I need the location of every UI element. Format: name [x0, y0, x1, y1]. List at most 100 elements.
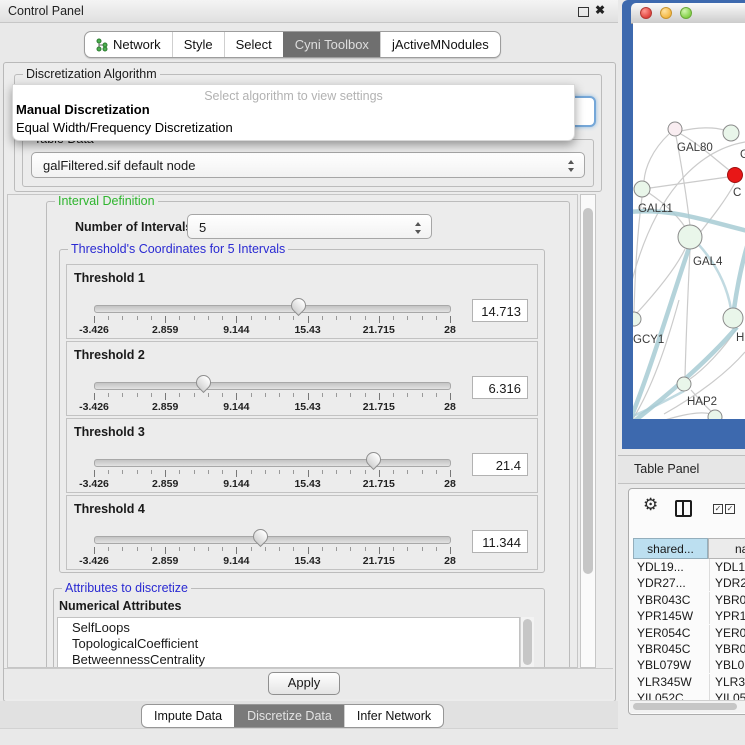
- node-label-c: C: [733, 187, 741, 199]
- attribute-item-topologicalcoefficient[interactable]: TopologicalCoefficient: [58, 636, 519, 652]
- network-node-green[interactable]: [677, 377, 691, 391]
- cell-name: YBL079W: [709, 657, 745, 673]
- float-window-icon[interactable]: [578, 7, 589, 17]
- mac-zoom-icon[interactable]: [680, 7, 692, 19]
- column-header-name[interactable]: name: [708, 538, 745, 559]
- cell-name: YDR27...: [709, 575, 745, 591]
- table-row[interactable]: YPR145WYPR145W: [633, 608, 745, 624]
- tab-cyni-toolbox[interactable]: Cyni Toolbox: [283, 32, 380, 57]
- node-label-gcy1: GCY1: [633, 334, 664, 346]
- close-icon[interactable]: ✖: [595, 3, 605, 17]
- cell-shared-name: YBR043C: [633, 592, 708, 608]
- network-node-green[interactable]: [633, 312, 641, 326]
- threshold-value-field[interactable]: 6.316: [472, 376, 528, 399]
- network-node-green[interactable]: [723, 308, 743, 328]
- number-of-intervals-combobox[interactable]: 5: [187, 214, 432, 239]
- tick-label: -3.426: [79, 401, 109, 413]
- attributes-group: Attributes to discretize Numerical Attri…: [53, 588, 545, 668]
- numerical-attributes-list[interactable]: SelfLoopsTopologicalCoefficientBetweenne…: [57, 617, 520, 668]
- tab-select[interactable]: Select: [224, 32, 283, 57]
- cell-name: YLR345W: [709, 674, 745, 690]
- table-row[interactable]: YDR27...YDR27...: [633, 575, 745, 591]
- threshold-slider-track[interactable]: [94, 305, 451, 313]
- tab-impute-data[interactable]: Impute Data: [142, 705, 234, 727]
- tab-label: Discretize Data: [247, 709, 332, 723]
- column-layout-icon[interactable]: [675, 500, 692, 517]
- mac-close-icon[interactable]: [640, 7, 652, 19]
- network-edge: [681, 128, 724, 131]
- control-panel-titlebar: Control Panel ✖: [0, 0, 618, 23]
- table-row[interactable]: YDL19...YDL19...: [633, 559, 745, 575]
- tab-jactivemnodules[interactable]: jActiveMNodules: [380, 32, 500, 57]
- tick-label: 2.859: [152, 555, 178, 567]
- popup-hint: Select algorithm to view settings: [13, 89, 574, 103]
- threshold-label: Threshold 4: [74, 502, 145, 516]
- slider-tick-labels: -3.4262.8599.14415.4321.71528: [94, 324, 450, 335]
- slider-ticks: [94, 470, 450, 478]
- tab-network[interactable]: Network: [85, 32, 172, 57]
- tick-label: 28: [444, 324, 456, 336]
- tick-label: 15.43: [294, 555, 320, 567]
- tab-label: Network: [113, 37, 161, 52]
- cell-shared-name: YDR27...: [633, 575, 708, 591]
- combo-stepper-icon: [415, 221, 422, 235]
- settings-gear-icon[interactable]: ⚙: [643, 495, 658, 515]
- numerical-attributes-label: Numerical Attributes: [59, 599, 181, 613]
- settings-viewport: Interval Definition Number of Intervals …: [7, 194, 578, 668]
- table-horizontal-scrollbar[interactable]: [630, 700, 745, 713]
- threshold-value-field[interactable]: 14.713: [472, 299, 528, 322]
- slider-ticks: [94, 316, 450, 324]
- tab-style[interactable]: Style: [172, 32, 224, 57]
- network-node-green[interactable]: [678, 225, 702, 249]
- network-node-red[interactable]: [728, 168, 743, 183]
- network-node-green[interactable]: [723, 125, 739, 141]
- mac-minimize-icon[interactable]: [660, 7, 672, 19]
- table-row[interactable]: YBR043CYBR043C: [633, 592, 745, 608]
- checkbox-icon[interactable]: ✓: [725, 504, 735, 514]
- network-node-green[interactable]: [634, 181, 650, 197]
- threshold-slider-track[interactable]: [94, 459, 451, 467]
- attributes-to-discretize-label: Attributes to discretize: [62, 581, 191, 595]
- apply-button[interactable]: Apply: [268, 672, 340, 695]
- network-edge: [685, 249, 690, 377]
- thresholds-group: Threshold's Coordinates for 5 Intervals …: [59, 249, 545, 573]
- network-edge: [699, 245, 731, 309]
- tick-label: -3.426: [79, 324, 109, 336]
- table-data-combobox[interactable]: galFiltered.sif default node: [31, 152, 585, 178]
- checkbox-icon[interactable]: ✓: [713, 504, 723, 514]
- attribute-item-betweennesscentrality[interactable]: BetweennessCentrality: [58, 652, 519, 668]
- attribute-item-selfloops[interactable]: SelfLoops: [58, 620, 519, 636]
- interval-definition-group: Interval Definition Number of Intervals …: [46, 201, 570, 668]
- cell-shared-name: YDL19...: [633, 559, 708, 575]
- threshold-value-field[interactable]: 11.344: [472, 530, 528, 553]
- network-node-green[interactable]: [708, 410, 722, 419]
- tab-infer-network[interactable]: Infer Network: [344, 705, 443, 727]
- column-header-shared-name[interactable]: shared...: [633, 538, 708, 559]
- tab-label: Select: [236, 37, 272, 52]
- node-label-ga: GA: [740, 149, 745, 161]
- cell-name: YER054C: [709, 625, 745, 641]
- popup-option-equal-width-frequency[interactable]: Equal Width/Frequency Discretization: [16, 120, 233, 135]
- tick-label: 15.43: [294, 401, 320, 413]
- threshold-slider-track[interactable]: [94, 536, 451, 544]
- discretization-algorithm-label: Discretization Algorithm: [23, 67, 160, 81]
- tab-bar: Network Style Select Cyni ToolboxjActiveMNo…: [84, 31, 501, 58]
- tick-label: 28: [444, 478, 456, 490]
- network-node-pink[interactable]: [668, 122, 682, 136]
- threshold-slider-track[interactable]: [94, 382, 451, 390]
- number-of-intervals-label: Number of Intervals: [75, 220, 192, 234]
- table-row[interactable]: YBR045CYBR045C: [633, 641, 745, 657]
- app-root: Control Panel ✖ Network Style Select Cyni T…: [0, 0, 745, 745]
- slider-ticks: [94, 547, 450, 555]
- node-label-gal80: GAL80: [677, 142, 713, 154]
- table-row[interactable]: YBL079WYBL079W: [633, 657, 745, 673]
- attributes-list-scrollbar[interactable]: [520, 617, 534, 668]
- table-data-group: Table Data galFiltered.sif default node: [22, 139, 594, 187]
- table-row[interactable]: YLR345WYLR345W: [633, 674, 745, 690]
- settings-vertical-scrollbar[interactable]: [580, 194, 596, 668]
- table-row[interactable]: YER054CYER054C: [633, 625, 745, 641]
- threshold-value-field[interactable]: 21.4: [472, 453, 528, 476]
- popup-option-manual-discretization[interactable]: Manual Discretization: [16, 102, 150, 117]
- network-canvas[interactable]: GAL80GAL11GAL4GCY1HAP2GACH: [633, 23, 745, 419]
- tab-discretize-data[interactable]: Discretize Data: [234, 705, 344, 727]
